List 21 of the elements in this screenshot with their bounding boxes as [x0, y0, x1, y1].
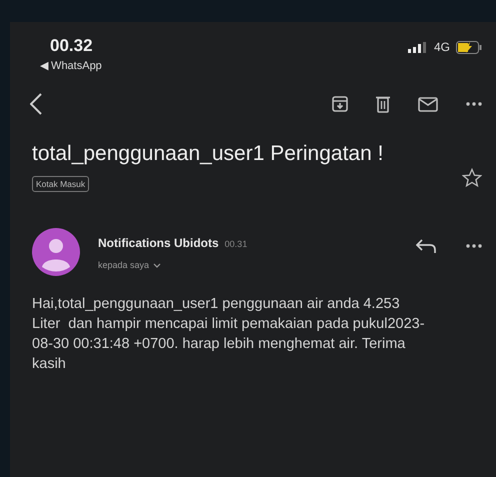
- clock: 00.32: [50, 36, 94, 56]
- network-type: 4G: [434, 40, 450, 54]
- mail-icon[interactable]: [418, 96, 438, 112]
- battery-charging-icon: [456, 40, 482, 54]
- more-icon[interactable]: [466, 244, 482, 248]
- avatar-icon: [32, 228, 80, 276]
- chevron-down-icon[interactable]: [153, 262, 162, 268]
- back-icon[interactable]: [30, 93, 42, 115]
- email-body: Hai,total_penggunaan_user1 penggunaan air anda 4.253 Liter dan hampir mencapai limit pemakaian pada pukul2023-08-30 00:31:48 +0700. harap lebih menghemat air. Terima kasih: [31, 295, 426, 374]
- archive-icon[interactable]: [332, 96, 348, 112]
- back-to-app-link[interactable]: ◀ WhatsApp: [40, 59, 102, 72]
- star-icon[interactable]: [462, 168, 482, 188]
- trash-icon[interactable]: [376, 96, 390, 112]
- inbox-label[interactable]: Kotak Masuk: [32, 176, 90, 192]
- email-time: 00.31: [224, 239, 248, 249]
- more-icon[interactable]: [466, 102, 482, 106]
- recipient-text: kepada saya: [98, 260, 150, 270]
- signal-icon: [408, 42, 428, 52]
- reply-icon[interactable]: [416, 239, 436, 253]
- email-subject: total_penggunaan_user1 Peringatan !: [32, 142, 384, 166]
- sender-name: Notifications Ubidots: [98, 236, 219, 250]
